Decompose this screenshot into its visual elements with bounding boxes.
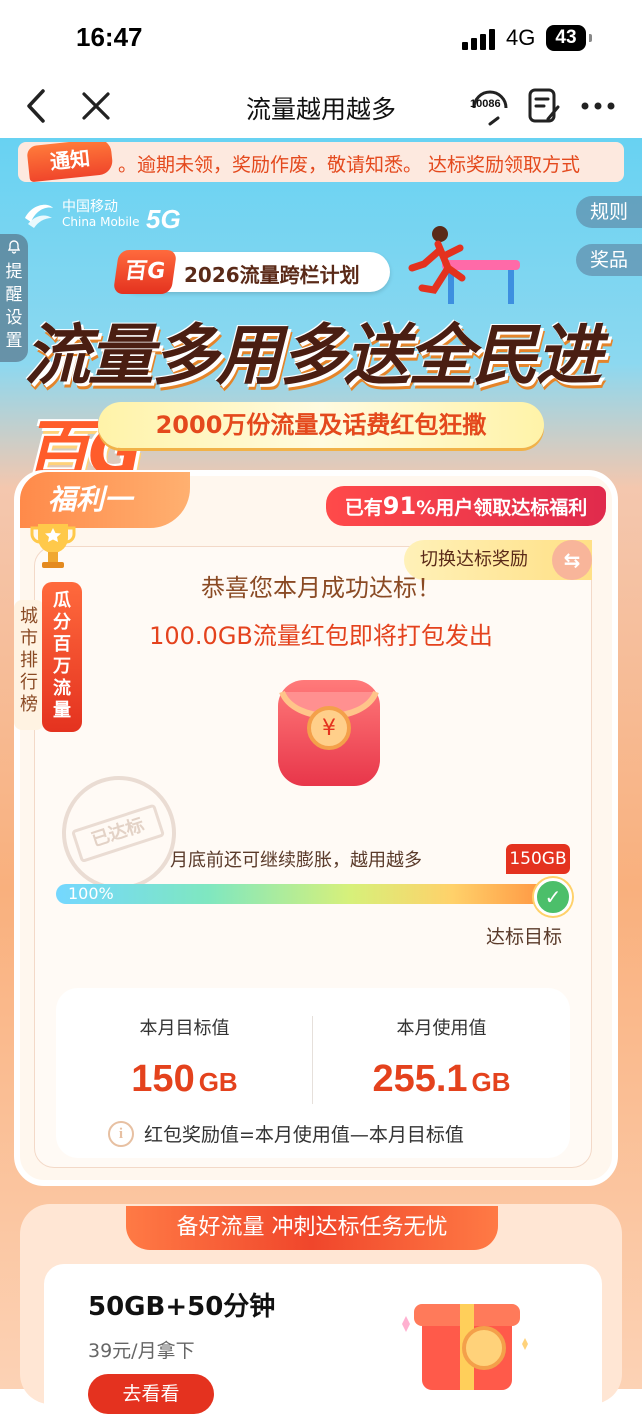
plan-pill: 百G 2026流量跨栏计划 bbox=[112, 250, 390, 294]
formula-line: i 红包奖励值=本月使用值—本月目标值 bbox=[108, 1120, 464, 1147]
users-suffix: %用户领取达标福利 bbox=[416, 497, 588, 519]
usage-stat-value: 255.1 GB bbox=[372, 1058, 511, 1100]
congrats-line1: 恭喜您本月成功达标！ bbox=[201, 574, 441, 602]
network-type: 4G bbox=[506, 25, 536, 50]
prizes-button[interactable]: 奖品 bbox=[576, 244, 642, 276]
sub-banner: 2000万份流量及话费红包狂撒 bbox=[98, 402, 544, 448]
svg-text:¥: ¥ bbox=[322, 716, 336, 741]
usage-stat-label: 本月使用值 bbox=[396, 1018, 487, 1039]
signal-icon bbox=[462, 28, 496, 50]
remind-label: 提醒设置 bbox=[5, 262, 23, 351]
plan-badge: 百G bbox=[112, 250, 178, 294]
rules-button[interactable]: 规则 bbox=[576, 196, 642, 228]
edit-note-icon[interactable] bbox=[524, 86, 564, 126]
brand-en: China Mobile bbox=[62, 215, 140, 229]
users-prefix: 已有 bbox=[344, 497, 383, 519]
hero-part2: 全民进 bbox=[408, 317, 602, 394]
check-icon: ✓ bbox=[534, 878, 572, 916]
users-pct: 91 bbox=[382, 492, 417, 520]
status-bar: 16:47 4G 43 bbox=[0, 0, 642, 76]
plan-text: 2026流量跨栏计划 bbox=[184, 263, 360, 287]
usage-stat: 本月使用值 255.1 GB bbox=[313, 1014, 570, 1101]
section2-title: 备好流量 冲刺达标任务无忧 bbox=[126, 1206, 498, 1250]
trophy-icon bbox=[30, 524, 76, 568]
service-label: 10086 bbox=[470, 98, 501, 110]
hero-part1: 流量多用多送 bbox=[24, 317, 410, 394]
china-mobile-logo: 中国移动 China Mobile bbox=[22, 200, 139, 230]
target-stat: 本月目标值 150 GB bbox=[56, 1014, 313, 1101]
progress-label: 100% bbox=[68, 884, 114, 903]
offer-price: 39元/月拿下 bbox=[88, 1340, 195, 1362]
more-icon[interactable] bbox=[578, 86, 618, 126]
notice-bar[interactable]: 通知 。逾期未领，奖励作废，敬请知悉。 达标奖励领取方式 bbox=[18, 142, 624, 182]
stamp-text: 已达标 bbox=[70, 803, 166, 864]
keep-growing-text: 月底前还可继续膨胀，越用越多 bbox=[170, 850, 422, 871]
5g-logo: 5G bbox=[146, 204, 181, 234]
info-icon[interactable]: i bbox=[108, 1120, 134, 1147]
china-mobile-icon bbox=[25, 204, 53, 228]
offer-title: 50GB+50分钟 bbox=[88, 1292, 276, 1322]
target-stat-value: 150 GB bbox=[131, 1058, 238, 1100]
users-pill: 已有91%用户领取达标福利 bbox=[326, 486, 606, 526]
status-time: 16:47 bbox=[76, 22, 143, 52]
progress-bar: 100% bbox=[56, 884, 564, 904]
congrats-line2: 100.0GB流量红包即将打包发出 bbox=[149, 622, 493, 650]
customer-service-icon[interactable]: 10086 bbox=[468, 84, 512, 128]
runner-hurdle-icon bbox=[408, 226, 520, 304]
bell-icon bbox=[7, 240, 21, 254]
battery-icon: 43 bbox=[546, 25, 592, 51]
target-goal-label: 达标目标 bbox=[486, 926, 563, 948]
red-packet-icon: ¥ bbox=[278, 680, 380, 786]
target-stat-label: 本月目标值 bbox=[139, 1018, 230, 1039]
formula-text: 红包奖励值=本月使用值—本月目标值 bbox=[144, 1124, 464, 1146]
notice-text: 。逾期未领，奖励作废，敬请知悉。 达标奖励领取方式 bbox=[118, 154, 581, 176]
nav-bar: 流量越用越多 10086 bbox=[0, 76, 642, 138]
gift-box-icon bbox=[402, 1304, 528, 1390]
hero-title: 流量多用多送全民进百G bbox=[24, 302, 642, 494]
brand-cn: 中国移动 bbox=[62, 199, 118, 215]
share-million-traffic-banner[interactable]: 瓜分百万流量 bbox=[42, 582, 82, 732]
notice-badge: 通知 bbox=[26, 142, 114, 182]
offer-button[interactable]: 去看看 bbox=[88, 1374, 214, 1414]
target-tag: 150GB bbox=[506, 844, 570, 874]
stats-panel: 本月目标值 150 GB 本月使用值 255.1 GB i 红包奖励值=本月使用值—… bbox=[56, 988, 570, 1158]
